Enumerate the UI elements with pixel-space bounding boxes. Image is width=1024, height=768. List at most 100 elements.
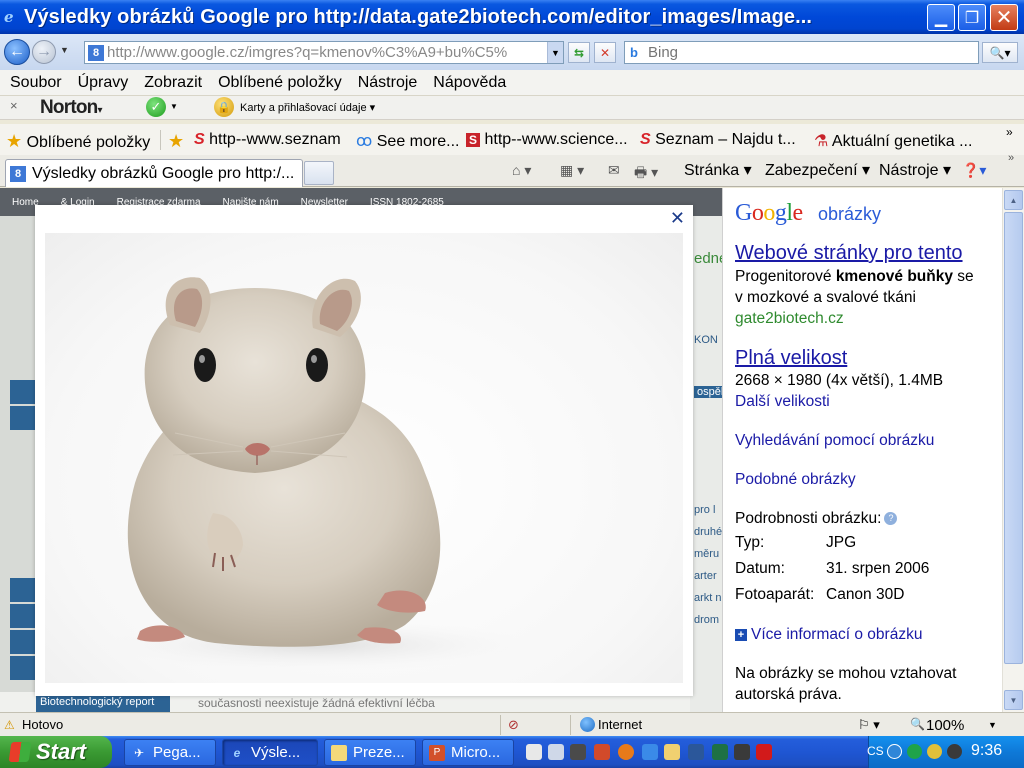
scroll-down-icon[interactable]: ▼ <box>1004 690 1023 710</box>
help-icon[interactable]: ❓▾ <box>962 162 986 179</box>
close-window-button[interactable]: ✕ <box>990 4 1018 31</box>
vertical-scrollbar[interactable]: ▲ ▼ <box>1002 188 1024 712</box>
taskbar: Start ✈ Pega... e Výsle... Preze... P Micro… <box>0 736 1024 768</box>
menu-nastroje[interactable]: Nástroje <box>358 74 418 92</box>
full-size-link[interactable]: Plná velikost <box>735 347 847 370</box>
science-icon: S <box>466 133 481 147</box>
ie-quick-icon[interactable] <box>642 744 658 760</box>
scroll-up-icon[interactable]: ▲ <box>1004 190 1023 210</box>
maximize-button[interactable]: ❐ <box>958 4 986 31</box>
globe-icon <box>580 717 595 732</box>
google-logo[interactable]: Google <box>735 200 803 227</box>
close-toolbar-icon[interactable]: × <box>10 98 18 113</box>
start-button[interactable]: Start <box>0 736 112 768</box>
bg-report-label[interactable]: Biotechnologický report <box>36 694 170 712</box>
chevron-right-icon[interactable]: » <box>1006 125 1013 139</box>
tray-icon[interactable] <box>927 744 942 759</box>
tools-menu[interactable]: Nástroje ▾ <box>879 160 951 180</box>
menu-soubor[interactable]: Soubor <box>10 74 62 92</box>
new-tab-button[interactable] <box>304 161 334 185</box>
url-input[interactable] <box>107 44 547 61</box>
magnifier-icon: 🔍▾ <box>989 45 1011 60</box>
zoom-level[interactable]: 100% <box>926 717 964 734</box>
favorite-item-seznam[interactable]: S http--www.seznam <box>194 131 341 149</box>
address-dropdown-icon[interactable]: ▼ <box>547 42 563 63</box>
webpage-link[interactable]: Webové stránky pro tento <box>735 242 963 265</box>
security-menu[interactable]: Zabezpečení ▾ <box>765 160 870 180</box>
help-icon[interactable]: ? <box>884 512 898 526</box>
menu-upravy[interactable]: Úpravy <box>78 74 129 92</box>
scroll-thumb[interactable] <box>1004 212 1023 664</box>
more-info-link[interactable]: + Více informací o obrázku <box>735 626 922 644</box>
tray-icon[interactable] <box>907 744 922 759</box>
menu-zobrazit[interactable]: Zobrazit <box>144 74 202 92</box>
quicklaunch-icon[interactable] <box>594 744 610 760</box>
quicklaunch-icon[interactable] <box>734 744 750 760</box>
language-indicator[interactable]: CS <box>867 744 884 758</box>
taskbar-item-pegasus[interactable]: ✈ Pega... <box>124 739 216 766</box>
clock[interactable]: 9:36 <box>971 742 1002 760</box>
background-left-column <box>0 216 36 712</box>
tray-icon[interactable] <box>947 744 962 759</box>
firefox-icon[interactable] <box>618 744 634 760</box>
favorites-button[interactable]: ★ Oblíbené položky <box>6 131 150 152</box>
search-field[interactable]: b <box>624 41 979 64</box>
search-button[interactable]: 🔍▾ <box>982 42 1018 63</box>
zoom-dropdown-icon[interactable]: ▼ <box>988 720 997 730</box>
identity-safe-menu[interactable]: Karty a přihlašovací údaje ▾ <box>240 101 375 114</box>
quicklaunch-icon[interactable] <box>526 744 542 760</box>
chevron-down-icon[interactable]: ▼ <box>170 102 178 111</box>
favorite-item-see-more[interactable]: ꝏ See more... <box>356 131 459 151</box>
norton-logo-text: Norton <box>40 97 98 118</box>
feeds-icon[interactable]: ▦ ▾ <box>560 162 584 179</box>
stop-button[interactable]: ✕ <box>594 42 616 63</box>
taskbar-item-folder[interactable]: Preze... <box>324 739 416 766</box>
home-icon[interactable]: ⌂ ▾ <box>512 162 531 179</box>
favorite-item-science[interactable]: S http--www.science... <box>466 131 628 149</box>
add-favorite-icon[interactable]: ★ <box>168 131 184 152</box>
search-by-image-link[interactable]: Vyhledávání pomocí obrázku <box>735 432 934 450</box>
close-icon[interactable]: ✕ <box>670 208 685 229</box>
quicklaunch-icon[interactable] <box>570 744 586 760</box>
quicklaunch-icon[interactable] <box>756 744 772 760</box>
page-menu[interactable]: Stránka ▾ <box>684 160 752 180</box>
favorite-item-seznam-najdu[interactable]: S Seznam – Najdu t... <box>640 131 796 149</box>
popup-blocker-icon[interactable]: ⊘ <box>508 717 519 733</box>
search-input[interactable] <box>648 44 948 61</box>
source-domain: gate2biotech.cz <box>735 310 844 327</box>
pegasus-icon: ✈ <box>133 745 145 760</box>
print-icon[interactable]: 🖶 ▾ <box>634 162 658 186</box>
refresh-button[interactable]: ⇆ <box>568 42 590 63</box>
back-button[interactable]: ← <box>4 39 30 65</box>
mail-icon[interactable]: ✉ <box>608 162 620 179</box>
minimize-button[interactable]: ▁ <box>927 4 955 31</box>
address-field[interactable]: 8 ▼ <box>84 41 564 64</box>
forward-button[interactable]: → <box>32 40 56 64</box>
menu-napoveda[interactable]: Nápověda <box>433 74 506 92</box>
menu-oblibene[interactable]: Oblíbené položky <box>218 74 342 92</box>
gerbil-photo[interactable] <box>45 233 683 683</box>
bg-fragment: pro l <box>694 504 716 516</box>
check-icon[interactable]: ✓ <box>146 97 166 117</box>
chevron-left-icon[interactable] <box>887 744 902 759</box>
tab-google-images[interactable]: 8 Výsledky obrázků Google pro http:/... <box>5 159 303 187</box>
norton-logo[interactable]: Norton▾ <box>40 97 103 119</box>
chevron-right-icon[interactable]: » <box>1008 152 1014 164</box>
protected-mode-icon[interactable]: ⚐ ▾ <box>858 717 880 733</box>
taskbar-item-ie[interactable]: e Výsle... <box>222 739 318 766</box>
word-icon[interactable] <box>688 744 704 760</box>
excel-icon[interactable] <box>712 744 728 760</box>
warning-icon[interactable]: ⚠ <box>4 718 15 732</box>
detail-value: JPG <box>826 534 857 551</box>
folder-quick-icon[interactable] <box>664 744 680 760</box>
quicklaunch-icon[interactable] <box>548 744 564 760</box>
similar-images-link[interactable]: Podobné obrázky <box>735 471 856 489</box>
favorite-item-genetika[interactable]: ⚗ Aktuální genetika ... <box>814 131 972 151</box>
bg-fragment: arkt ne <box>694 592 722 604</box>
lock-icon[interactable]: 🔒 <box>214 97 234 117</box>
history-dropdown-icon[interactable]: ▼ <box>60 45 69 55</box>
window-titlebar[interactable]: e Výsledky obrázků Google pro http://dat… <box>0 0 1024 34</box>
more-sizes-link[interactable]: Další velikosti <box>735 393 830 411</box>
system-tray: CS 9:36 <box>867 736 1024 768</box>
taskbar-item-powerpoint[interactable]: P Micro... <box>422 739 514 766</box>
